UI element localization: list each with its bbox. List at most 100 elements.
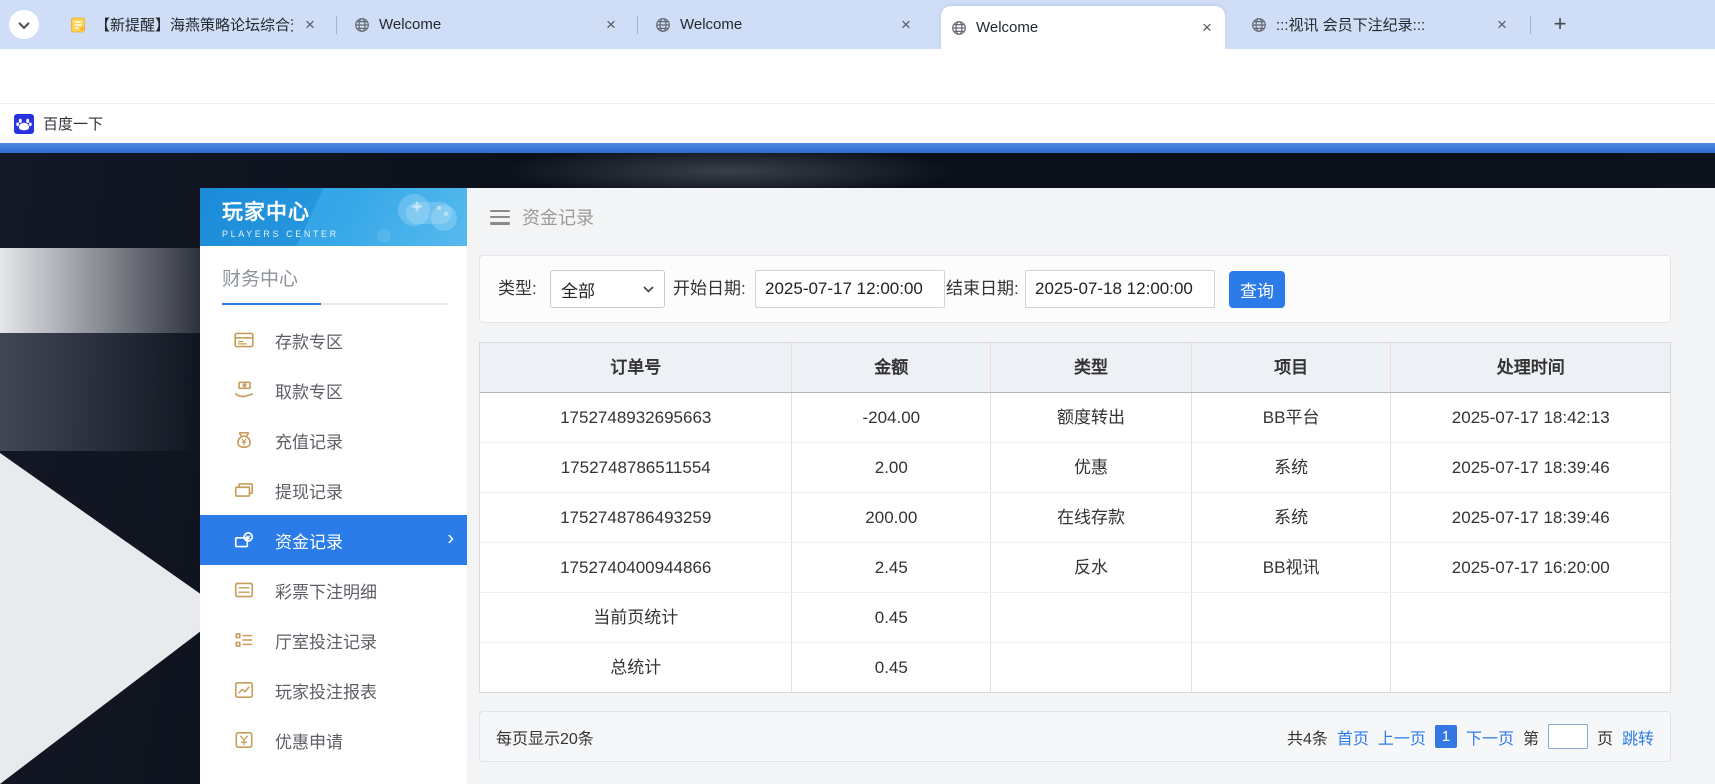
start-date-input[interactable] (755, 270, 945, 308)
column-header: 类型 (990, 343, 1191, 392)
table-cell: 200.00 (791, 493, 990, 542)
table-cell: 系统 (1191, 443, 1391, 492)
table-cell: 总统计 (480, 643, 791, 692)
sidebar: 玩家中心 PLAYERS CENTER 财务中心 存款专区取款专区充值记录提现记… (200, 188, 467, 784)
type-label: 类型: (498, 256, 537, 322)
prev-page-link[interactable]: 上一页 (1378, 725, 1426, 749)
withdraw-hand-icon (233, 379, 255, 401)
menu-toggle-icon[interactable] (490, 210, 510, 225)
current-page-badge[interactable]: 1 (1435, 725, 1457, 748)
document-yellow-icon (70, 17, 86, 33)
browser-tab-5[interactable]: :::视讯 会员下注纪录:::× (1241, 0, 1520, 49)
table-cell: 2025-07-17 18:42:13 (1390, 393, 1670, 442)
end-date-label: 结束日期: (946, 256, 1019, 322)
sidebar-item-1[interactable]: 存款专区 (200, 315, 467, 365)
globe-icon (655, 17, 671, 33)
sidebar-item-2[interactable]: 取款专区 (200, 365, 467, 415)
tab-close-icon[interactable]: × (898, 17, 914, 33)
table-cell (990, 643, 1191, 692)
sidebar-item-4[interactable]: 提现记录 (200, 465, 467, 515)
table-row: 17527487865115542.00优惠系统2025-07-17 18:39… (480, 442, 1670, 492)
go-to-page-link[interactable]: 跳转 (1622, 725, 1654, 749)
table-row: 17527404009448662.45反水BB视讯2025-07-17 16:… (480, 542, 1670, 592)
table-cell (1390, 593, 1670, 642)
next-page-link[interactable]: 下一页 (1466, 725, 1514, 749)
table-cell (990, 593, 1191, 642)
table-cell: 2025-07-17 16:20:00 (1390, 543, 1670, 592)
first-page-link[interactable]: 首页 (1337, 725, 1369, 749)
background-triangle (0, 453, 226, 784)
tab-close-icon[interactable]: × (302, 17, 318, 33)
tab-title: Welcome (680, 16, 889, 33)
report-chart-icon (233, 679, 255, 701)
column-header: 金额 (791, 343, 990, 392)
page-top-accent-bar (0, 143, 1715, 153)
type-select-value: 全部 (561, 277, 595, 302)
deposit-card-icon (233, 329, 255, 351)
search-button[interactable]: 查询 (1229, 271, 1285, 308)
type-select[interactable]: 全部 (550, 270, 665, 308)
bookmark-baidu[interactable]: 百度一下 (43, 113, 103, 134)
funds-record-icon (233, 529, 255, 551)
table-cell: -204.00 (791, 393, 990, 442)
table-row: 当前页统计0.45 (480, 592, 1670, 642)
table-row: 总统计0.45 (480, 642, 1670, 692)
sidebar-item-8[interactable]: 玩家投注报表 (200, 665, 467, 715)
bookmarks-bar: 百度一下 (0, 104, 1715, 143)
table-cell: 优惠 (990, 443, 1191, 492)
background-band (0, 248, 201, 333)
page-title: 资金记录 (522, 204, 594, 230)
table-header-row: 订单号金额类型项目处理时间 (480, 343, 1670, 393)
money-bag-icon (233, 429, 255, 451)
sidebar-item-label: 玩家投注报表 (275, 678, 377, 703)
tab-title: 【新提醒】海燕策略论坛综合交 (95, 14, 293, 35)
table-cell: 2025-07-17 18:39:46 (1390, 493, 1670, 542)
main-content: 资金记录 类型: 全部 开始日期: 结束日期: 查询 订单号金额类型项目处理时间… (467, 188, 1715, 784)
tab-separator (1530, 16, 1531, 34)
table-cell (1191, 643, 1391, 692)
browser-tab-bar: 【新提醒】海燕策略论坛综合交×Welcome×Welcome×Welcome×:… (0, 0, 1715, 49)
tab-close-icon[interactable]: × (603, 17, 619, 33)
table-cell: 反水 (990, 543, 1191, 592)
tab-close-icon[interactable]: × (1199, 20, 1215, 36)
promo-apply-icon (233, 729, 255, 751)
tab-close-icon[interactable]: × (1494, 17, 1510, 33)
table-row: 1752748786493259200.00在线存款系统2025-07-17 1… (480, 492, 1670, 542)
sidebar-item-label: 存款专区 (275, 328, 343, 353)
sidebar-item-6[interactable]: 彩票下注明细 (200, 565, 467, 615)
table-cell: 当前页统计 (480, 593, 791, 642)
table-cell: 1752748786493259 (480, 493, 791, 542)
per-page-label: 每页显示20条 (496, 725, 594, 749)
section-underline (222, 303, 447, 305)
sidebar-item-7[interactable]: 厅室投注记录 (200, 615, 467, 665)
webpage: 玩家中心 PLAYERS CENTER 财务中心 存款专区取款专区充值记录提现记… (0, 153, 1715, 784)
table-cell: 2025-07-17 18:39:46 (1390, 443, 1670, 492)
sidebar-section: 财务中心 (200, 246, 467, 305)
sidebar-item-label: 厅室投注记录 (275, 628, 377, 653)
globe-icon (951, 20, 967, 36)
sidebar-item-label: 取款专区 (275, 378, 343, 403)
sidebar-item-5[interactable]: 资金记录› (200, 515, 467, 565)
new-tab-button[interactable]: + (1546, 11, 1574, 39)
table-cell: 0.45 (791, 643, 990, 692)
browser-tab-3[interactable]: Welcome × (645, 0, 924, 49)
tab-search-button[interactable] (9, 10, 39, 39)
globe-icon (1251, 17, 1267, 33)
page-number-input[interactable] (1548, 724, 1588, 749)
chevron-right-icon: › (447, 528, 454, 551)
table-cell: 0.45 (791, 593, 990, 642)
browser-tab-1[interactable]: 【新提醒】海燕策略论坛综合交 × (60, 0, 328, 49)
globe-icon (354, 17, 370, 33)
sidebar-section-title: 财务中心 (222, 264, 447, 291)
sidebar-item-3[interactable]: 充值记录 (200, 415, 467, 465)
table-cell: 额度转出 (990, 393, 1191, 442)
sidebar-item-9[interactable]: 优惠申请 (200, 715, 467, 765)
end-date-input[interactable] (1025, 270, 1215, 308)
column-header: 项目 (1191, 343, 1391, 392)
start-date-label: 开始日期: (673, 256, 746, 322)
chevron-down-icon (643, 286, 654, 293)
table-cell: 2.45 (791, 543, 990, 592)
lottery-list-icon (233, 579, 255, 601)
browser-tab-4[interactable]: Welcome× (941, 6, 1225, 49)
browser-tab-2[interactable]: Welcome× (344, 0, 629, 49)
